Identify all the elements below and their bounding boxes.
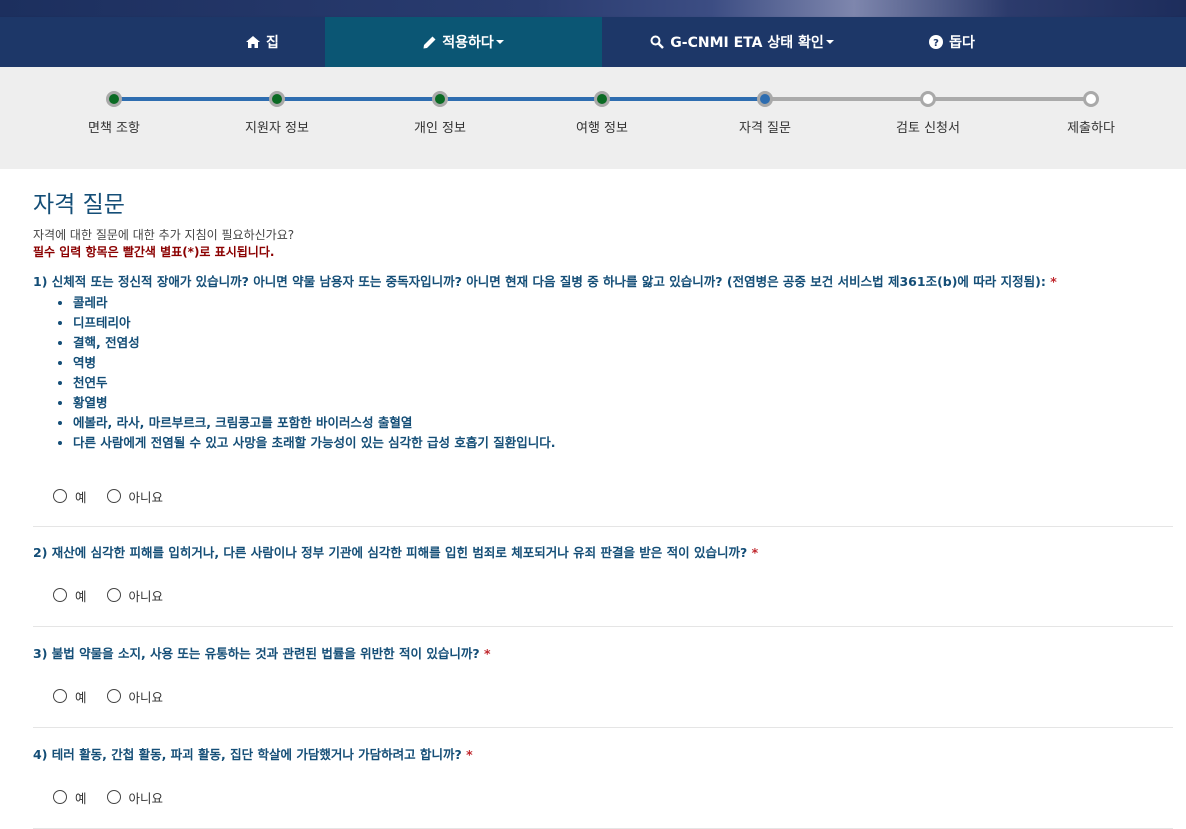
- radio-circle[interactable]: [53, 689, 67, 703]
- required-asterisk: *: [751, 545, 759, 560]
- step-dot-eligibility: [757, 91, 773, 107]
- radio-yes[interactable]: 예: [53, 586, 87, 605]
- step-label-applicant-info: 지원자 정보: [245, 121, 309, 136]
- step-label-disclaimer: 면책 조항: [88, 121, 140, 136]
- step-label-travel-info: 여행 정보: [576, 121, 628, 136]
- eligibility-help-link[interactable]: 자격에 대한 질문에 대한 추가 지침이 필요하신가요?: [33, 227, 1173, 244]
- radio-yes[interactable]: 예: [53, 487, 87, 506]
- radio-group-q1: 예 아니요: [33, 486, 1173, 506]
- question-text: 1) 신체적 또는 정신적 장애가 있습니까? 아니면 약물 남용자 또는 중독…: [33, 274, 1057, 289]
- required-fields-note: 필수 입력 항목은 빨간색 별표(*)로 표시됩니다.: [33, 245, 275, 259]
- svg-text:?: ?: [933, 38, 939, 49]
- radio-circle[interactable]: [53, 790, 67, 804]
- question-text: 2) 재산에 심각한 피해를 입히거나, 다른 사람이나 정부 기관에 심각한 …: [33, 545, 759, 560]
- radio-no[interactable]: 아니요: [106, 487, 163, 506]
- progress-tracker: 면책 조항 지원자 정보 개인 정보 여행 정보 자격 질문 검토 신청서 제출…: [0, 67, 1186, 169]
- radio-no[interactable]: 아니요: [106, 788, 163, 807]
- nav-status-check[interactable]: G-CNMI ETA 상태 확인: [602, 17, 882, 67]
- step-label-review: 검토 신청서: [896, 121, 960, 136]
- required-asterisk: *: [484, 646, 491, 661]
- eligibility-form: 자격 질문 자격에 대한 질문에 대한 추가 지침이 필요하신가요? 필수 입력…: [33, 169, 1173, 829]
- search-icon: [650, 35, 665, 49]
- radio-circle[interactable]: [53, 588, 67, 602]
- radio-circle[interactable]: [106, 489, 121, 503]
- list-item: 에볼라, 라사, 마르부르크, 크림콩고를 포함한 바이러스성 출혈열: [73, 413, 1173, 433]
- question-text: 3) 불법 약물을 소지, 사용 또는 유통하는 것과 관련된 법률을 위반한 …: [33, 646, 491, 661]
- step-dot-disclaimer: [106, 91, 122, 107]
- radio-circle[interactable]: [106, 790, 121, 804]
- radio-circle[interactable]: [53, 489, 67, 503]
- header-banner: [0, 0, 1186, 17]
- step-dot-applicant-info: [269, 91, 285, 107]
- radio-group-q3: 예 아니요: [33, 686, 1173, 706]
- list-item: 결핵, 전염성: [73, 333, 1173, 353]
- question-4: 4) 테러 활동, 간첩 활동, 파괴 활동, 집단 학살에 가담했거나 가담하…: [33, 728, 1173, 807]
- question-1: 1) 신체적 또는 정신적 장애가 있습니까? 아니면 약물 남용자 또는 중독…: [33, 273, 1173, 506]
- list-item: 다른 사람에게 전염될 수 있고 사망을 초래할 가능성이 있는 심각한 급성 …: [73, 433, 1173, 453]
- radio-group-q2: 예 아니요: [33, 585, 1173, 605]
- step-dot-review: [920, 91, 936, 107]
- radio-no[interactable]: 아니요: [106, 687, 163, 706]
- step-label-personal-info: 개인 정보: [414, 121, 466, 136]
- main-navbar: 집 적용하다 G-CNMI ETA 상태 확인 ? 돕다: [0, 17, 1186, 67]
- nav-apply-label: 적용하다: [442, 35, 494, 51]
- question-2: 2) 재산에 심각한 피해를 입히거나, 다른 사람이나 정부 기관에 심각한 …: [33, 527, 1173, 605]
- list-item: 천연두: [73, 373, 1173, 393]
- chevron-down-icon: [825, 40, 834, 44]
- radio-yes[interactable]: 예: [53, 687, 87, 706]
- nav-status-label: G-CNMI ETA 상태 확인: [670, 35, 824, 51]
- required-asterisk: *: [466, 747, 473, 762]
- nav-home[interactable]: 집: [200, 17, 325, 67]
- step-dot-personal-info: [432, 91, 448, 107]
- chevron-down-icon: [495, 40, 504, 44]
- radio-group-q4: 예 아니요: [33, 787, 1173, 807]
- nav-apply[interactable]: 적용하다: [325, 17, 602, 67]
- question-text: 4) 테러 활동, 간첩 활동, 파괴 활동, 집단 학살에 가담했거나 가담하…: [33, 747, 473, 762]
- nav-help[interactable]: ? 돕다: [882, 17, 1022, 67]
- list-item: 콜레라: [73, 293, 1173, 313]
- step-dot-travel-info: [594, 91, 610, 107]
- list-item: 황열병: [73, 393, 1173, 413]
- home-icon: [246, 36, 261, 48]
- page-title: 자격 질문: [33, 192, 125, 218]
- nav-home-label: 집: [266, 35, 279, 51]
- help-icon: ?: [929, 35, 944, 49]
- list-item: 역병: [73, 353, 1173, 373]
- radio-circle[interactable]: [106, 689, 121, 703]
- nav-help-label: 돕다: [949, 35, 975, 51]
- question-3: 3) 불법 약물을 소지, 사용 또는 유통하는 것과 관련된 법률을 위반한 …: [33, 627, 1173, 706]
- step-label-eligibility: 자격 질문: [739, 121, 791, 136]
- disease-list: 콜레라 디프테리아 결핵, 전염성 역병 천연두 황열병 에볼라, 라사, 마르…: [33, 293, 1173, 453]
- radio-no[interactable]: 아니요: [106, 586, 163, 605]
- radio-yes[interactable]: 예: [53, 788, 87, 807]
- list-item: 디프테리아: [73, 313, 1173, 333]
- radio-circle[interactable]: [106, 588, 121, 602]
- pencil-icon: [423, 36, 436, 48]
- step-dot-submit: [1083, 91, 1099, 107]
- required-asterisk: *: [1050, 274, 1057, 289]
- step-label-submit: 제출하다: [1067, 121, 1115, 136]
